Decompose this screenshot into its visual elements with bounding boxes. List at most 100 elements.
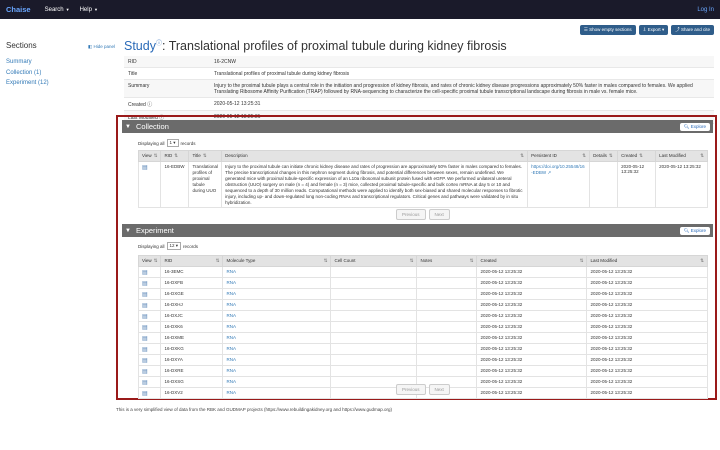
view-record-icon[interactable]: ▤ bbox=[142, 314, 148, 320]
molecule-type-link[interactable]: RNA bbox=[226, 324, 236, 329]
molecule-type-cell: RNA bbox=[222, 310, 332, 322]
help-menu[interactable]: Help ▼ bbox=[80, 7, 98, 13]
page-size-select[interactable]: 12 ▾ bbox=[166, 242, 182, 250]
created-cell: 2020-05-12 13:25:32 bbox=[476, 266, 588, 278]
molecule-type-link[interactable]: RNA bbox=[226, 280, 236, 285]
rid-cell: 16-DXV2 bbox=[160, 387, 224, 399]
table-name-link[interactable]: Study bbox=[124, 39, 156, 53]
export-button[interactable]: ⇩ Export ▾ bbox=[638, 25, 669, 35]
column-header-last-modified[interactable]: Last Modified ⇅ bbox=[586, 255, 708, 267]
rid-cell: 16-DXHJ bbox=[160, 299, 224, 311]
molecule-type-link[interactable]: RNA bbox=[226, 313, 236, 318]
molecule-type-link[interactable]: RNA bbox=[226, 346, 236, 351]
collection-panel-header[interactable]: ▼ Collection 🔍︎ Explore bbox=[122, 120, 713, 133]
record-actions: ☰ Show empty sections ⇩ Export ▾ ⤴ Share… bbox=[579, 25, 714, 35]
previous-button[interactable]: Previous bbox=[396, 384, 426, 395]
sidebar-item-summary[interactable]: Summary bbox=[6, 59, 116, 65]
experiment-explore-button[interactable]: 🔍︎ Explore bbox=[679, 226, 710, 235]
column-header-molecule-type[interactable]: Molecule Type ⇅ bbox=[222, 255, 332, 267]
cell-count-cell bbox=[330, 299, 418, 311]
brand-logo[interactable]: Chaise bbox=[6, 5, 31, 14]
column-header-view[interactable]: View ⇅ bbox=[137, 255, 162, 267]
view-record-icon[interactable]: ▤ bbox=[142, 292, 148, 298]
last-modified-cell: 2020-05-12 13:25:32 bbox=[586, 266, 708, 278]
info-icon[interactable]: ⓘ bbox=[147, 102, 152, 108]
show-empty-sections-button[interactable]: ☰ Show empty sections bbox=[579, 25, 636, 35]
next-button[interactable]: Next bbox=[428, 384, 450, 395]
summary-row: Summary Injury to the proximal tubule pla… bbox=[124, 79, 714, 98]
view-record-icon[interactable]: ▤ bbox=[142, 358, 148, 364]
summary-row: Created ⓘ 2020-05-12 13:25:31 bbox=[124, 97, 714, 111]
page-size-select[interactable]: 1 ▾ bbox=[166, 139, 179, 147]
cell-count-cell bbox=[330, 343, 418, 355]
experiment-display-count: Displaying all 12 ▾ records bbox=[138, 242, 198, 250]
molecule-type-link[interactable]: RNA bbox=[226, 335, 236, 340]
details-cell bbox=[589, 160, 619, 209]
column-header-created[interactable]: Created ⇅ bbox=[617, 150, 657, 162]
persistent-id-link[interactable]: https://doi.org/10.25548/16-EDBW bbox=[531, 164, 585, 175]
collection-explore-button[interactable]: 🔍︎ Explore bbox=[679, 122, 710, 131]
search-menu[interactable]: Search ▼ bbox=[45, 7, 70, 13]
view-record-icon[interactable]: ▤ bbox=[142, 347, 148, 353]
rid-cell: 16-DXSG bbox=[160, 376, 224, 388]
sort-icon: ⇅ bbox=[700, 153, 704, 158]
sidebar-item-experiment[interactable]: Experiment (12) bbox=[6, 80, 116, 86]
table-row: ▤ 16-DXGE RNA 2020-05-12 13:25:32 2020-05-12… bbox=[137, 288, 708, 300]
view-record-icon[interactable]: ▤ bbox=[142, 270, 148, 276]
column-header-label: RID bbox=[164, 153, 173, 158]
sidebar-item-collection[interactable]: Collection (1) bbox=[6, 70, 116, 76]
persistent-id-cell: https://doi.org/10.25548/16-EDBW ↗ bbox=[527, 160, 591, 209]
molecule-type-link[interactable]: RNA bbox=[226, 357, 236, 362]
column-header-persistent-id[interactable]: Persistent ID ⇅ bbox=[527, 150, 591, 162]
column-header-label: Title bbox=[192, 153, 201, 158]
view-cell: ▤ bbox=[137, 310, 162, 322]
molecule-type-link[interactable]: RNA bbox=[226, 390, 236, 395]
previous-button[interactable]: Previous bbox=[396, 209, 426, 220]
table-row: ▤ 16-DXHJ RNA 2020-05-12 13:25:32 2020-05-12… bbox=[137, 299, 708, 311]
column-header-cell-count[interactable]: Cell Count ⇅ bbox=[330, 255, 418, 267]
experiment-rows: ▤ 16-3EMC RNA 2020-05-12 13:25:32 2020-05-12… bbox=[137, 266, 708, 399]
title-cell: Translational profiles of proximal tubul… bbox=[188, 160, 223, 209]
molecule-type-link[interactable]: RNA bbox=[226, 379, 236, 384]
share-cite-button[interactable]: ⤴ Share and cite bbox=[671, 25, 714, 35]
hide-panel-button[interactable]: ◧ Hide panel bbox=[88, 44, 115, 50]
view-record-icon[interactable]: ▤ bbox=[142, 325, 148, 331]
sort-icon: ⇅ bbox=[582, 153, 587, 158]
column-header-rid[interactable]: RID ⇅ bbox=[160, 255, 224, 267]
column-header-last-modified[interactable]: Last Modified ⇅ bbox=[655, 150, 708, 162]
column-header-view[interactable]: View ⇅ bbox=[137, 150, 162, 162]
next-button[interactable]: Next bbox=[428, 209, 450, 220]
created-cell: 2020-05-12 13:25:32 bbox=[476, 365, 588, 377]
view-record-icon[interactable]: ▤ bbox=[142, 165, 148, 171]
hide-panel-label: Hide panel bbox=[93, 44, 116, 49]
view-record-icon[interactable]: ▤ bbox=[142, 336, 148, 342]
displaying-label: Displaying all bbox=[138, 140, 165, 146]
molecule-type-link[interactable]: RNA bbox=[226, 302, 236, 307]
view-record-icon[interactable]: ▤ bbox=[142, 380, 148, 386]
molecule-type-link[interactable]: RNA bbox=[226, 291, 236, 296]
view-record-icon[interactable]: ▤ bbox=[142, 281, 148, 287]
rid-cell: 16-DXRE bbox=[160, 365, 224, 377]
table-header-row: View ⇅ RID ⇅ Title ⇅ Description ⇅ Persisten… bbox=[137, 150, 708, 162]
view-record-icon[interactable]: ▤ bbox=[142, 303, 148, 309]
login-link[interactable]: Log In bbox=[697, 7, 714, 13]
column-header-label: Cell Count bbox=[334, 258, 356, 263]
column-header-rid[interactable]: RID ⇅ bbox=[160, 150, 190, 162]
column-header-description[interactable]: Description ⇅ bbox=[221, 150, 529, 162]
created-cell: 2020-05-12 13:25:32 bbox=[476, 376, 588, 388]
summary-value: Translational profiles of proximal tubul… bbox=[210, 67, 714, 80]
column-header-title[interactable]: Title ⇅ bbox=[188, 150, 223, 162]
displaying-label: Displaying all bbox=[138, 243, 165, 249]
collection-table: View ⇅ RID ⇅ Title ⇅ Description ⇅ Persisten… bbox=[137, 150, 708, 209]
summary-key: Title bbox=[124, 67, 210, 80]
molecule-type-link[interactable]: RNA bbox=[226, 368, 236, 373]
column-header-details[interactable]: Details ⇅ bbox=[589, 150, 619, 162]
table-row: ▤ 16-DXKG RNA 2020-05-12 13:25:32 2020-05-12… bbox=[137, 343, 708, 355]
view-record-icon[interactable]: ▤ bbox=[142, 391, 148, 397]
column-header-notes[interactable]: Notes ⇅ bbox=[416, 255, 478, 267]
column-header-created[interactable]: Created ⇅ bbox=[476, 255, 588, 267]
molecule-type-link[interactable]: RNA bbox=[226, 269, 236, 274]
sort-icon: ⇅ bbox=[608, 153, 613, 158]
view-record-icon[interactable]: ▤ bbox=[142, 369, 148, 375]
experiment-panel-header[interactable]: ▼ Experiment 🔍︎ Explore bbox=[122, 224, 713, 237]
